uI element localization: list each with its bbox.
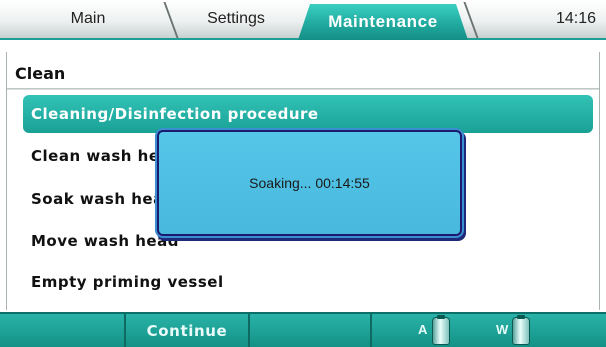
tab-bar: Main Settings Maintenance 14:16: [0, 0, 606, 40]
bottle-a-label: A: [418, 322, 428, 337]
section-divider: [7, 88, 599, 90]
tab-main-label: Main: [70, 10, 106, 27]
menu-item-label: Soak wash head: [31, 190, 175, 208]
soaking-dialog: Soaking... 00:14:55: [157, 130, 462, 236]
menu-item-label: Move wash head: [31, 232, 179, 250]
bottle-w-label: W: [496, 322, 509, 337]
continue-button-label: Continue: [146, 321, 228, 340]
tab-maintenance-label: Maintenance: [328, 12, 438, 31]
clock: 14:16: [556, 0, 596, 38]
dialog-status-text: Soaking... 00:14:55: [249, 175, 370, 191]
tab-main[interactable]: Main: [0, 0, 176, 38]
tab-settings[interactable]: Settings: [176, 0, 296, 38]
clock-time: 14:16: [555, 10, 596, 27]
bottle-a-icon: [432, 315, 450, 345]
bottom-bar: Continue A W: [0, 312, 606, 347]
bottle-status-area: A W: [372, 314, 606, 347]
menu-item-label: Empty priming vessel: [31, 273, 224, 291]
bottle-w-icon: [512, 315, 530, 345]
menu-item-empty-priming-vessel[interactable]: Empty priming vessel: [23, 263, 593, 301]
tab-divider: [463, 2, 479, 38]
softkey-1[interactable]: [0, 314, 126, 347]
continue-button[interactable]: Continue: [126, 314, 250, 347]
menu-item-label: Cleaning/Disinfection procedure: [31, 105, 319, 123]
tab-maintenance[interactable]: Maintenance: [298, 4, 468, 40]
softkey-3[interactable]: [250, 314, 372, 347]
section-title: Clean: [15, 64, 66, 83]
tab-settings-label: Settings: [207, 10, 265, 27]
menu-item-cleaning-disinfection[interactable]: Cleaning/Disinfection procedure: [23, 95, 593, 133]
